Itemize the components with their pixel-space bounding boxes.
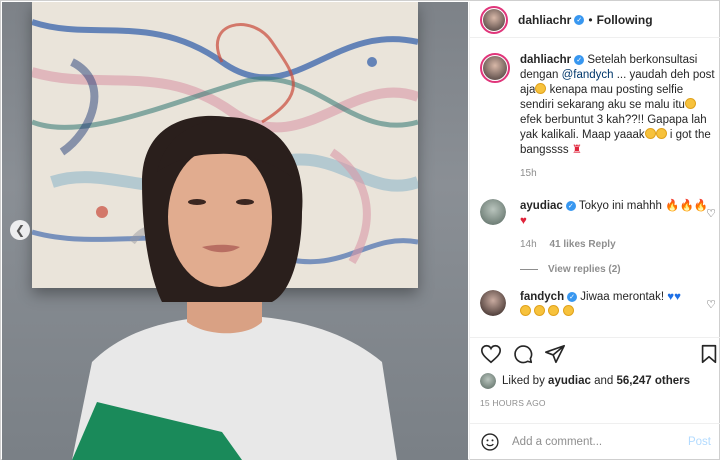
laughing-emoji-icon xyxy=(520,305,531,316)
verified-badge-icon: ✓ xyxy=(574,55,585,65)
post-header: dahliachr ✓ • Following xyxy=(470,2,720,38)
laughing-emoji-icon xyxy=(535,83,547,94)
liker-username[interactable]: ayudiac xyxy=(548,375,591,387)
caption-time: 15h xyxy=(520,168,537,179)
post-photo: ❮ xyxy=(2,2,468,460)
comment-like-heart-icon[interactable]: ♡ xyxy=(706,207,716,220)
post-timestamp: 15 HOURS AGO xyxy=(480,398,546,408)
following-button[interactable]: Following xyxy=(597,13,653,27)
laughing-emoji-icon xyxy=(548,305,560,316)
post-side-panel: dahliachr ✓ • Following dahliachr ✓ Setel… xyxy=(469,2,720,460)
commenter-username[interactable]: fandych xyxy=(520,291,564,303)
comment-item: fandych ✓ Jiwaa merontak! ♥♥ ♡ xyxy=(480,290,716,320)
comment-time: 14h xyxy=(520,239,537,250)
post-comment-button[interactable]: Post xyxy=(688,436,711,448)
liker-avatar[interactable] xyxy=(480,373,496,389)
caption: dahliachr ✓ Setelah berkonsultasi dengan … xyxy=(480,53,716,181)
bookmark-icon[interactable] xyxy=(698,343,720,365)
laughing-emoji-icon xyxy=(644,128,656,139)
mention-link[interactable]: @fandych xyxy=(562,69,614,81)
comment-text: ayudiac ✓ Tokyo ini mahhh 🔥🔥🔥 ♥ 14h 41 li… xyxy=(520,199,716,252)
commenter-avatar[interactable] xyxy=(480,199,506,225)
caption-username[interactable]: dahliachr xyxy=(520,54,571,66)
likes-summary: Liked by ayudiac and 56,247 others xyxy=(480,373,716,389)
comment-input[interactable] xyxy=(512,436,688,448)
emoji-icon[interactable] xyxy=(480,432,500,452)
verified-badge-icon: ✓ xyxy=(567,292,578,302)
verified-badge-icon: ✓ xyxy=(565,201,576,211)
laughing-emoji-icon xyxy=(684,98,696,109)
commenter-username[interactable]: ayudiac xyxy=(520,200,563,212)
comment-likes[interactable]: 41 likes xyxy=(549,239,585,250)
comment-icon[interactable] xyxy=(512,343,534,365)
comment-meta: 14h 41 likes Reply xyxy=(520,237,716,252)
laughing-emoji-icon xyxy=(534,305,546,316)
comments-list[interactable]: dahliachr ✓ Setelah berkonsultasi dengan … xyxy=(470,39,720,337)
comment-item: ayudiac ✓ Tokyo ini mahhh 🔥🔥🔥 ♥ 14h 41 li… xyxy=(480,199,716,275)
reply-button[interactable]: Reply xyxy=(588,239,615,250)
caption-text: dahliachr ✓ Setelah berkonsultasi dengan … xyxy=(520,54,716,181)
view-replies-line xyxy=(520,269,538,270)
author-avatar[interactable] xyxy=(480,5,508,34)
heart-icon[interactable] xyxy=(480,343,502,365)
laughing-emoji-icon xyxy=(562,305,574,316)
blue-heart-emoji-icon: ♥♥ xyxy=(667,291,681,303)
laughing-emoji-icon xyxy=(655,128,667,139)
likes-count[interactable]: 56,247 others xyxy=(616,375,690,387)
comment-text: fandych ✓ Jiwaa merontak! ♥♥ xyxy=(520,290,716,320)
red-heart-emoji-icon: ♥ xyxy=(520,215,527,227)
verified-badge-icon: ✓ xyxy=(574,14,585,25)
post-actions xyxy=(470,337,720,367)
add-comment-bar: Post xyxy=(470,423,720,460)
share-icon[interactable] xyxy=(544,343,566,365)
comment-like-heart-icon[interactable]: ♡ xyxy=(706,298,716,311)
commenter-avatar[interactable] xyxy=(480,290,506,316)
caption-author-avatar[interactable] xyxy=(480,53,510,83)
author-username[interactable]: dahliachr xyxy=(518,13,571,27)
caption-meta: 15h xyxy=(520,166,716,181)
view-replies-button[interactable]: View replies (2) xyxy=(520,264,716,275)
fire-hydrant-emoji-icon: ♜ xyxy=(571,144,583,156)
chevron-left-icon[interactable]: ❮ xyxy=(10,220,30,240)
selfie-person xyxy=(2,2,468,460)
fire-emoji-icon: 🔥🔥🔥 xyxy=(665,200,709,212)
instagram-post-frame: ❮ dahliachr ✓ • Following dahliachr ✓ Set… xyxy=(0,0,720,460)
separator-dot: • xyxy=(588,12,593,27)
